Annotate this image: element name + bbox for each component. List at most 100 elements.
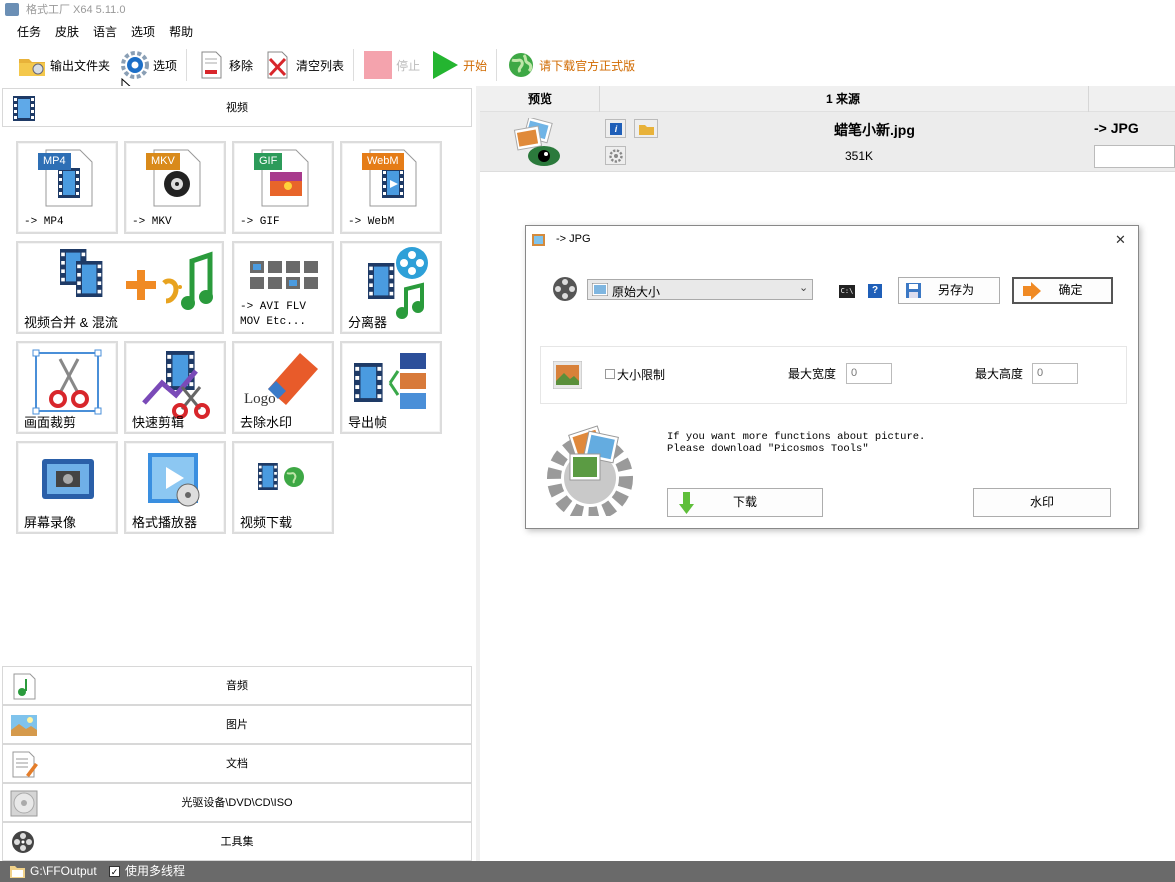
tile-frames-label: 导出帧	[348, 415, 388, 430]
info-button[interactable]: i	[605, 119, 626, 138]
avi-icon	[248, 257, 328, 300]
tile-crop[interactable]: 画面裁剪	[16, 341, 118, 434]
remove-button[interactable]: 移除	[191, 47, 258, 83]
clear-list-button[interactable]: 清空列表	[258, 47, 349, 83]
stop-label: 停止	[396, 58, 421, 73]
preset-select[interactable]: 原始大小 ⌄	[587, 279, 813, 300]
picture-icon	[592, 283, 608, 296]
screenrec-icon	[38, 453, 98, 508]
picture-icon	[532, 234, 545, 246]
globe-icon	[506, 50, 536, 80]
tile-mp4[interactable]: MP4 -> MP4	[16, 141, 118, 234]
gear-icon	[609, 149, 623, 163]
tile-gif-label: -> GIF	[240, 216, 280, 228]
output-folder-button[interactable]: 输出文件夹	[12, 47, 115, 83]
category-document-label: 文档	[226, 758, 248, 770]
menu-options[interactable]: 选项	[124, 20, 162, 44]
tile-avi-label: -> AVI FLV MOV Etc...	[240, 301, 307, 328]
progress-field	[1094, 145, 1175, 168]
category-toolbox[interactable]: 工具集	[2, 822, 472, 861]
column-preview[interactable]: 预览	[528, 86, 552, 112]
save-as-button[interactable]: 另存为	[898, 277, 1000, 304]
max-width-input[interactable]: 0	[846, 363, 892, 384]
tile-webm[interactable]: WebM -> WebM	[340, 141, 442, 234]
info-icon: i	[610, 123, 622, 135]
tile-frames[interactable]: 导出帧	[340, 341, 442, 434]
task-list-header: 预览 1 来源	[480, 86, 1175, 112]
category-rom-label: 光驱设备\DVD\CD\ISO	[181, 797, 293, 809]
multithread-checkbox[interactable]: ✓	[109, 866, 120, 877]
menu-task[interactable]: 任务	[10, 20, 48, 44]
tile-vdownload-label: 视频下载	[240, 515, 293, 530]
size-limit-label: 大小限制	[617, 368, 666, 382]
tile-webm-label: -> WebM	[348, 216, 395, 228]
ok-label: 确定	[1058, 283, 1083, 297]
tile-gif[interactable]: GIF -> GIF	[232, 141, 334, 234]
stop-button[interactable]: 停止	[358, 47, 425, 83]
column-divider	[599, 86, 600, 112]
source-file-size: 351K	[845, 149, 874, 163]
menu-language[interactable]: 语言	[86, 20, 124, 44]
category-image[interactable]: 图片	[2, 705, 472, 744]
toolbar: 输出文件夹 选项 移除 清空列表 停止 开始 请下载官方正式版	[0, 44, 1175, 86]
tile-watermark-label: 去除水印	[240, 415, 293, 430]
category-video[interactable]: 视频	[2, 88, 472, 127]
gear-icon	[120, 50, 150, 80]
mkv-badge: MKV	[146, 153, 180, 170]
tile-mkv-label: -> MKV	[132, 216, 172, 228]
close-icon[interactable]: ✕	[1115, 232, 1126, 248]
max-height-label: 最大高度	[975, 367, 1024, 381]
tile-splitter[interactable]: 分离器	[340, 241, 442, 334]
output-settings-dialog: -> JPG ✕ 原始大小 ⌄ C:\ ? 另存为 确定 大小限制 最大宽度 0…	[525, 225, 1139, 529]
start-label: 开始	[463, 58, 488, 73]
menu-help[interactable]: 帮助	[162, 20, 200, 44]
splitter-icon	[354, 243, 434, 326]
column-source[interactable]: 1 来源	[826, 86, 860, 112]
category-rom[interactable]: 光驱设备\DVD\CD\ISO	[2, 783, 472, 822]
tile-merge-label: 视频合并 & 混流	[24, 315, 118, 330]
tile-watermark[interactable]: Logo 去除水印	[232, 341, 334, 434]
help-icon[interactable]: ?	[868, 284, 882, 298]
tile-player[interactable]: 格式播放器	[124, 441, 226, 534]
task-row[interactable]: i 蜡笔小新.jpg 351K -> JPG	[480, 112, 1175, 172]
promo-line-1: If you want more functions about picture…	[667, 431, 926, 443]
tile-merge[interactable]: 视频合并 & 混流	[16, 241, 224, 334]
size-limit-checkbox[interactable]	[605, 369, 615, 379]
watermark-button[interactable]: 水印	[973, 488, 1111, 517]
status-bar: G:\FFOutput ✓ 使用多线程	[0, 861, 1175, 882]
vdownload-icon	[254, 453, 310, 500]
gif-badge: GIF	[254, 153, 283, 170]
task-settings-button[interactable]	[605, 146, 626, 165]
download-label: 下载	[732, 495, 757, 509]
tile-quickcut[interactable]: 快速剪辑	[124, 341, 226, 434]
download-official-button[interactable]: 请下载官方正式版	[501, 47, 640, 83]
column-divider	[1088, 86, 1089, 112]
ok-button[interactable]: 确定	[1012, 277, 1113, 304]
tile-vdownload[interactable]: 视频下载	[232, 441, 334, 534]
max-height-input[interactable]: 0	[1032, 363, 1078, 384]
category-audio-label: 音频	[226, 680, 248, 692]
category-audio[interactable]: 音频	[2, 666, 472, 705]
promo-line-2: Please download "Picosmos Tools"	[667, 443, 869, 455]
open-folder-button[interactable]	[634, 119, 658, 138]
start-button[interactable]: 开始	[425, 47, 492, 83]
category-document[interactable]: 文档	[2, 744, 472, 783]
command-line-icon[interactable]: C:\	[839, 285, 855, 298]
tile-screenrec[interactable]: 屏幕录像	[16, 441, 118, 534]
output-path[interactable]: G:\FFOutput	[30, 861, 97, 882]
toolbar-divider	[496, 49, 498, 81]
app-icon	[5, 3, 19, 16]
category-toolbox-label: 工具集	[220, 836, 254, 848]
tile-mp4-label: -> MP4	[24, 216, 64, 228]
preset-value: 原始大小	[612, 285, 661, 299]
logo-text: Logo	[244, 391, 276, 407]
merge-icon	[40, 243, 220, 326]
output-folder-label: 输出文件夹	[50, 58, 111, 73]
remove-label: 移除	[229, 58, 254, 73]
tile-avi[interactable]: -> AVI FLV MOV Etc...	[232, 241, 334, 334]
download-button[interactable]: 下载	[667, 488, 823, 517]
folder-icon	[639, 125, 654, 135]
tile-mkv[interactable]: MKV -> MKV	[124, 141, 226, 234]
menu-skin[interactable]: 皮肤	[48, 20, 86, 44]
mp4-badge: MP4	[38, 153, 71, 170]
